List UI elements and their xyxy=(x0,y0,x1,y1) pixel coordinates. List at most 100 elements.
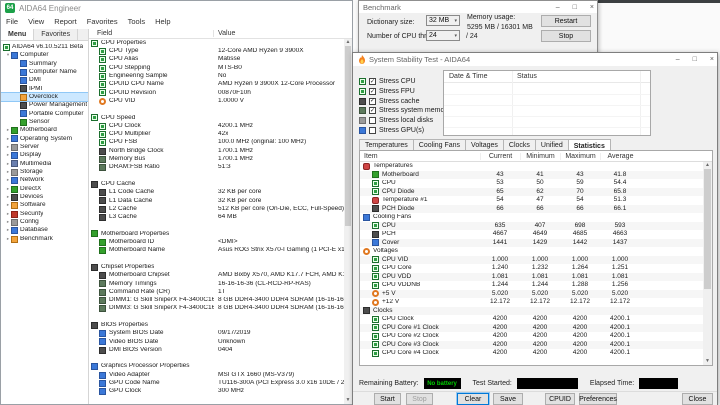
table-row[interactable]: CPU VID1.0000 V xyxy=(89,97,344,105)
checkbox-checked[interactable]: ✓ xyxy=(369,107,376,114)
stats-row[interactable]: CPU Core #1 Clock4200420042004200.1 xyxy=(360,324,712,333)
start-button[interactable]: Start xyxy=(374,393,401,405)
tree-item-devices[interactable]: ▸Devices xyxy=(1,193,88,201)
stats-row[interactable]: Temperatures xyxy=(360,162,712,171)
column-header-value[interactable]: Value xyxy=(214,30,235,37)
log-column-datetime[interactable]: Date & Time xyxy=(444,73,512,80)
table-row[interactable]: Graphics Processor Properties xyxy=(89,363,344,371)
minimize-button[interactable]: – xyxy=(556,4,560,11)
table-row[interactable]: DIMM3: G Skill SniperX F4-3400C16-8GSXW8… xyxy=(89,305,344,313)
stats-row[interactable]: CPU VID1.0001.0001.0001.000 xyxy=(360,256,712,265)
stress-option-stress-cache[interactable]: ✓Stress cache xyxy=(359,96,450,106)
tree-item-operating-system[interactable]: ▸Operating System xyxy=(1,135,88,143)
menu-item-favorites[interactable]: Favorites xyxy=(82,17,123,26)
checkbox-checked[interactable]: ✓ xyxy=(369,88,376,95)
table-row[interactable]: CPU Cache xyxy=(89,180,344,188)
log-column-status[interactable]: Status xyxy=(512,73,537,80)
checkbox-checked[interactable]: ✓ xyxy=(369,98,376,105)
stats-row[interactable]: +12 V12.17212.17212.17212.172 xyxy=(360,298,712,307)
table-row[interactable]: L2 Cache512 KB per core (On-Die, ECC, Fu… xyxy=(89,205,344,213)
stress-option-stress-local-disks[interactable]: Stress local disks xyxy=(359,116,450,126)
table-row[interactable]: DMI BIOS Version0404 xyxy=(89,346,344,354)
menu-item-help[interactable]: Help xyxy=(150,17,175,26)
tree-item-config[interactable]: ▸Config xyxy=(1,218,88,226)
restart-button[interactable]: Restart xyxy=(541,15,591,27)
table-row[interactable]: Motherboard Properties xyxy=(89,230,344,238)
close-button[interactable]: × xyxy=(710,56,714,63)
stats-row[interactable]: +5 V5.0205.0205.0205.020 xyxy=(360,290,712,299)
scroll-down-icon[interactable]: ▼ xyxy=(705,358,710,365)
tree-item-network[interactable]: ▸Network xyxy=(1,177,88,185)
stats-row[interactable]: CPU Core #4 Clock4200420042004200.1 xyxy=(360,349,712,358)
table-row[interactable]: Engineering SampleNo xyxy=(89,72,344,80)
table-row[interactable]: Command Rate (CR)1T xyxy=(89,288,344,296)
tree-item-computer[interactable]: ▾Computer xyxy=(1,51,88,59)
table-row[interactable]: CPU Type12-Core AMD Ryzen 9 3900X xyxy=(89,47,344,55)
table-row[interactable]: CPU FSB100.0 MHz (original: 100 MHz) xyxy=(89,139,344,147)
stats-row[interactable]: CPU Core #2 Clock4200420042004200.1 xyxy=(360,332,712,341)
table-row[interactable]: Video BIOS DateUnknown xyxy=(89,338,344,346)
table-row[interactable]: Motherboard NameAsus ROG Strix X570-I Ga… xyxy=(89,246,344,254)
cpuid-button[interactable]: CPUID xyxy=(545,393,575,405)
checkbox-unchecked[interactable] xyxy=(369,117,376,124)
stats-row[interactable]: PCH Diode66666666.1 xyxy=(360,205,712,214)
tree-item-storage[interactable]: ▸Storage xyxy=(1,168,88,176)
stats-row[interactable]: Cover1441142914421437 xyxy=(360,239,712,248)
stats-row[interactable]: CPU VDDNB1.2441.2441.2881.256 xyxy=(360,281,712,290)
stress-option-stress-system-memory[interactable]: ✓Stress system memory xyxy=(359,106,450,116)
tree-item-aida64-v6-10-5211-beta[interactable]: AIDA64 v6.10.5211 Beta xyxy=(1,43,88,51)
menu-item-tools[interactable]: Tools xyxy=(123,17,151,26)
stats-column-current[interactable]: Current xyxy=(480,153,520,160)
tree-item-power-management[interactable]: Power Management xyxy=(1,101,88,109)
stats-column-item[interactable]: Item xyxy=(360,153,480,160)
scroll-up-icon[interactable]: ▲ xyxy=(346,39,351,46)
menu-item-file[interactable]: File xyxy=(1,17,23,26)
stats-row[interactable]: CPU VDD1.0811.0811.0811.081 xyxy=(360,273,712,282)
checkbox-unchecked[interactable] xyxy=(369,127,376,134)
table-row[interactable]: CPU Clock4200.1 MHz xyxy=(89,122,344,130)
table-row[interactable]: BIOS Properties xyxy=(89,321,344,329)
scroll-up-icon[interactable]: ▲ xyxy=(705,162,710,169)
table-row[interactable]: Chipset Properties xyxy=(89,263,344,271)
stress-option-stress-cpu[interactable]: ✓Stress CPU xyxy=(359,77,450,87)
table-row[interactable]: Video AdapterMSI GTX 1660 (MS-V379) xyxy=(89,371,344,379)
tree-item-display[interactable]: ▸Display xyxy=(1,151,88,159)
tree-item-summary[interactable]: Summary xyxy=(1,60,88,68)
benchmark-stop-button[interactable]: Stop xyxy=(541,30,591,42)
dictionary-size-select[interactable]: 32 MB ▾ xyxy=(426,15,460,26)
stats-column-minimum[interactable]: Minimum xyxy=(520,153,560,160)
table-row[interactable]: CPUID Revision00870F10h xyxy=(89,89,344,97)
scroll-down-icon[interactable]: ▼ xyxy=(346,397,351,404)
stats-row[interactable]: CPU Diode65627065.8 xyxy=(360,188,712,197)
stress-option-stress-gpu-s[interactable]: Stress GPU(s) xyxy=(359,125,450,135)
stats-row[interactable]: CPU Core #3 Clock4200420042004200.1 xyxy=(360,341,712,350)
tree-item-multimedia[interactable]: ▸Multimedia xyxy=(1,160,88,168)
close-button[interactable]: × xyxy=(590,4,594,11)
minimize-button[interactable]: – xyxy=(676,56,680,63)
table-row[interactable]: L1 Data Cache32 KB per core xyxy=(89,197,344,205)
stats-row[interactable]: CPU Core1.2401.2321.2641.251 xyxy=(360,264,712,273)
main-vertical-scrollbar[interactable]: ▲ ▼ xyxy=(344,39,352,404)
table-row[interactable]: DIMM1: G Skill SniperX F4-3400C16-8GSXW8… xyxy=(89,296,344,304)
table-row[interactable]: System BIOS Date09/17/2019 xyxy=(89,329,344,337)
preferences-button[interactable]: Preferences xyxy=(579,393,617,405)
save-button[interactable]: Save xyxy=(493,393,523,405)
tree-item-motherboard[interactable]: ▸Motherboard xyxy=(1,126,88,134)
maximize-button[interactable]: □ xyxy=(693,56,697,63)
checkbox-checked[interactable]: ✓ xyxy=(369,78,376,85)
stats-row[interactable]: CPU53505954.4 xyxy=(360,179,712,188)
table-row[interactable]: L3 Cache64 MB xyxy=(89,213,344,221)
table-row[interactable]: Memory Timings16-16-16-36 (CL-RCD-RP-RAS… xyxy=(89,280,344,288)
stats-row[interactable]: Voltages xyxy=(360,247,712,256)
table-row[interactable]: GPU Clock300 MHz xyxy=(89,387,344,395)
tree-item-sensor[interactable]: Sensor xyxy=(1,118,88,126)
table-row[interactable]: Motherboard ChipsetAMD Bixby X570, AMD K… xyxy=(89,271,344,279)
table-row[interactable]: Memory Bus1700.1 MHz xyxy=(89,155,344,163)
table-row[interactable]: CPU AliasMatisse xyxy=(89,56,344,64)
stress-option-stress-fpu[interactable]: ✓Stress FPU xyxy=(359,87,450,97)
stats-row[interactable]: PCH4667464946854663 xyxy=(360,230,712,239)
menu-item-view[interactable]: View xyxy=(23,17,49,26)
nav-tab-favorites[interactable]: Favorites xyxy=(34,29,78,40)
stats-column-maximum[interactable]: Maximum xyxy=(560,153,600,160)
stats-column-average[interactable]: Average xyxy=(600,153,640,160)
